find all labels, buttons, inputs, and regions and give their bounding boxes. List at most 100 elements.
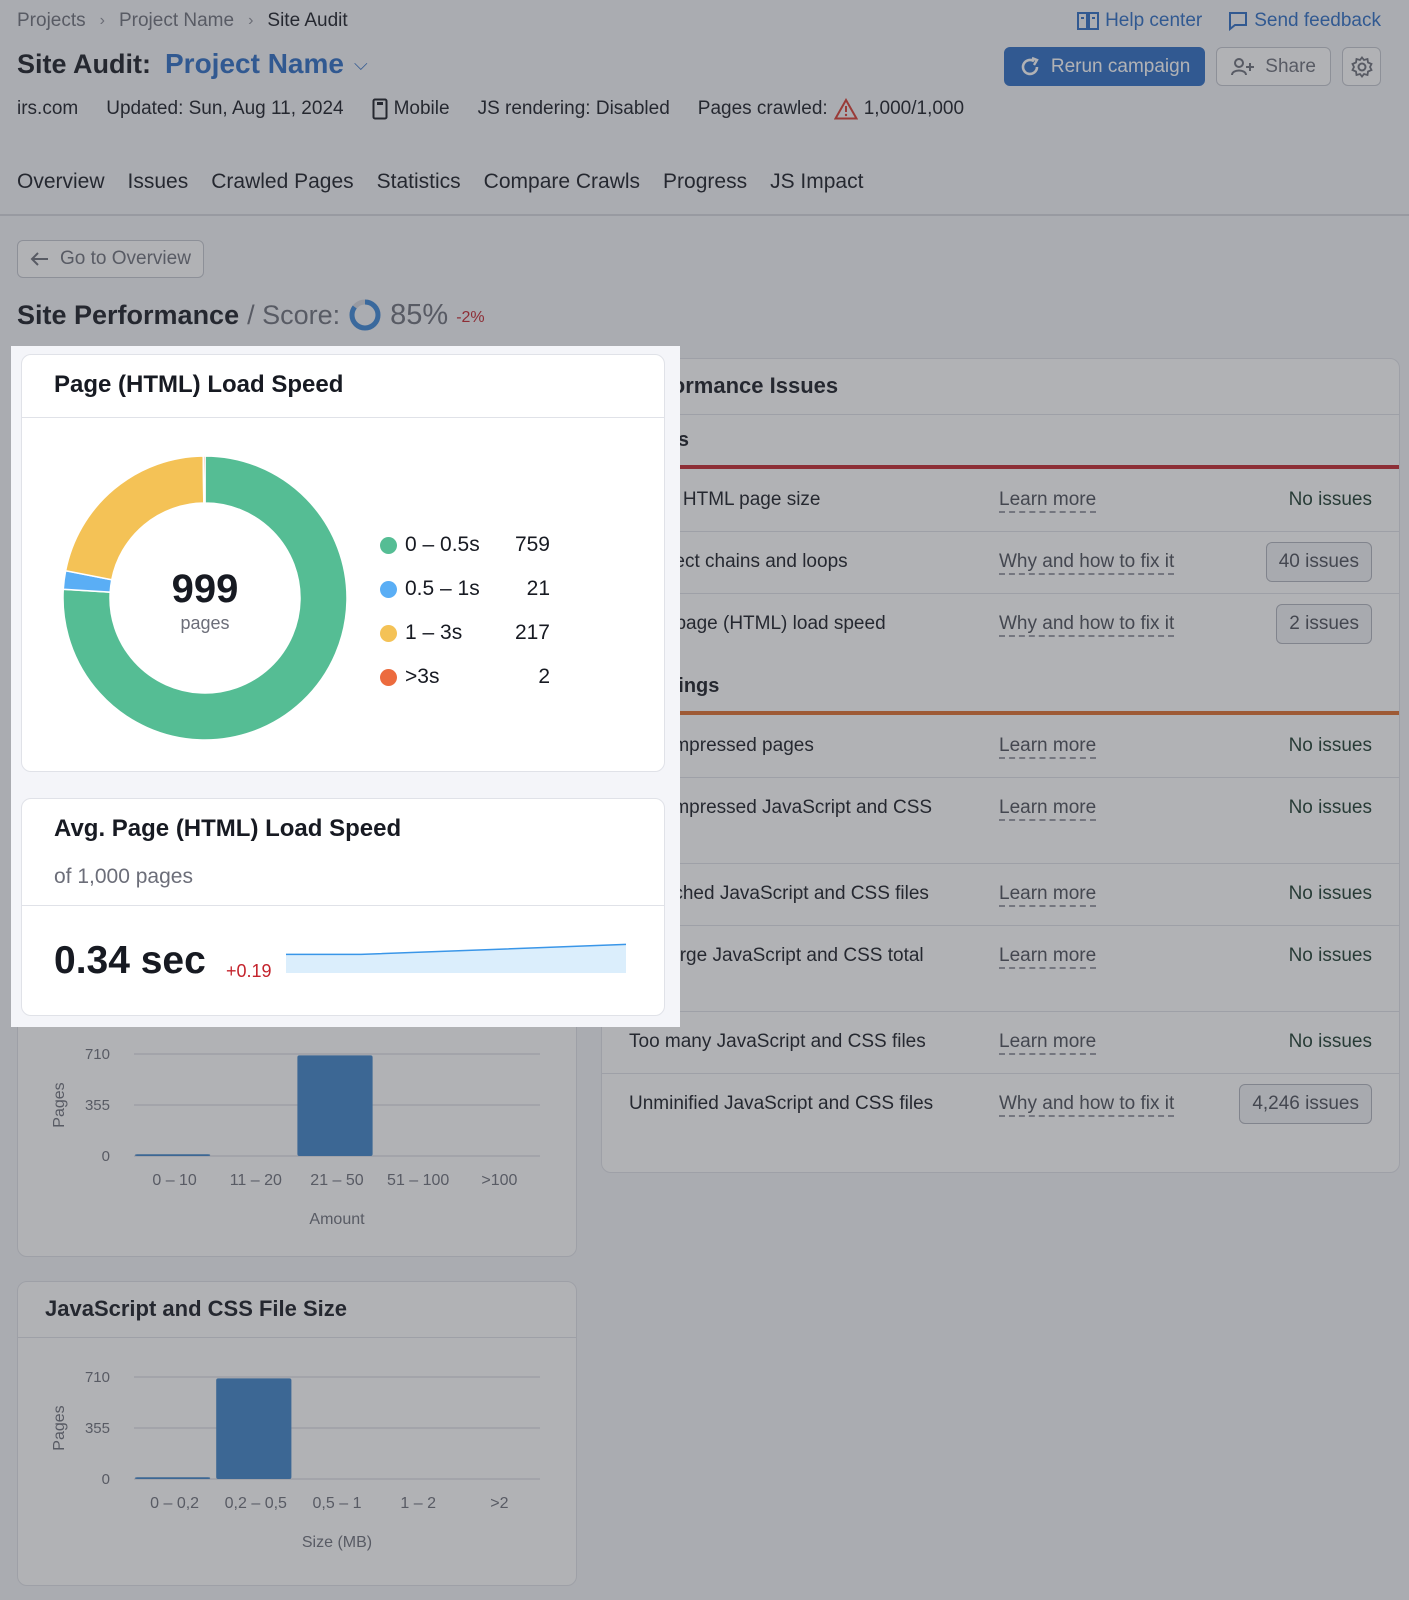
- issue-status: No issues: [1288, 797, 1372, 818]
- y-tick-label: 0: [102, 1471, 110, 1488]
- breadcrumb-projects[interactable]: Projects: [17, 10, 86, 32]
- donut-slice-3[interactable]: [202, 455, 206, 504]
- rerun-campaign-button[interactable]: Rerun campaign: [1003, 47, 1206, 86]
- chat-bubble-icon: [1229, 12, 1248, 31]
- x-tick-label: 51 – 100: [387, 1172, 449, 1189]
- chevron-right-icon: ›: [248, 12, 254, 29]
- issue-status: No issues: [1288, 945, 1372, 966]
- page-title: Site Audit: Project Name ⌵: [17, 48, 368, 80]
- issue-help-link[interactable]: Learn more: [999, 883, 1097, 907]
- issue-status: No issues: [1288, 489, 1372, 510]
- x-tick-label: 1 – 2: [400, 1495, 436, 1512]
- pages-crawled-value: 1,000/1,000: [863, 98, 965, 119]
- issue-help-link[interactable]: Why and how to fix it: [999, 1093, 1175, 1117]
- legend-dot: [380, 668, 397, 686]
- issue-count-badge[interactable]: 4,246 issues: [1239, 1084, 1372, 1124]
- site-performance-title: Site Performance: [17, 299, 240, 330]
- legend-item[interactable]: 1 – 3s 217: [380, 611, 550, 655]
- bar[interactable]: [216, 1378, 292, 1479]
- top-links: Help center Send feedback: [1077, 10, 1381, 32]
- breadcrumb-project-name[interactable]: Project Name: [119, 10, 234, 32]
- bar[interactable]: [135, 1154, 211, 1156]
- issue-row: Redirect chains and loops Why and how to…: [602, 531, 1399, 593]
- issue-count-badge[interactable]: 2 issues: [1276, 604, 1372, 644]
- x-tick-label: 0 – 0,2: [150, 1495, 199, 1512]
- issue-help-link[interactable]: Learn more: [999, 1031, 1097, 1055]
- legend-item[interactable]: >3s 2: [380, 655, 550, 699]
- x-tick-label: 11 – 20: [230, 1172, 282, 1189]
- tab-compare-crawls[interactable]: Compare Crawls: [484, 170, 640, 194]
- tab-statistics[interactable]: Statistics: [377, 170, 461, 194]
- issue-row: Too large JavaScript and CSS total Learn…: [602, 925, 1399, 1011]
- share-button[interactable]: Share: [1216, 47, 1331, 86]
- performance-issues-panel: Performance Issues ErrorsLarge HTML page…: [601, 358, 1400, 1173]
- tab-issues[interactable]: Issues: [128, 170, 189, 194]
- issue-help-link[interactable]: Learn more: [999, 945, 1097, 969]
- avg-load-speed-delta: +0.19: [226, 961, 272, 981]
- refresh-icon: [1021, 56, 1039, 75]
- issue-help-link[interactable]: Learn more: [999, 797, 1097, 821]
- pages-crawled: Pages crawled: 1,000/1,000: [698, 98, 964, 120]
- avg-load-speed-subtitle: of 1,000 pages: [54, 865, 193, 888]
- legend-item[interactable]: 0 – 0.5s 759: [380, 523, 550, 567]
- share-label: Share: [1265, 55, 1316, 77]
- issue-status: No issues: [1288, 1031, 1372, 1052]
- issue-name: Unminified JavaScript and CSS files: [629, 1093, 934, 1114]
- x-tick-label: 0 – 10: [152, 1172, 197, 1189]
- issue-help-link[interactable]: Why and how to fix it: [999, 613, 1175, 637]
- divider: [602, 414, 1399, 415]
- issue-row: Uncached JavaScript and CSS files Learn …: [602, 863, 1399, 925]
- load-speed-card: Page (HTML) Load Speed 999 pages 0 – 0.5…: [21, 354, 665, 772]
- section-title: Site Performance / Score: 85% -2%: [17, 298, 485, 332]
- y-tick-label: 355: [85, 1097, 110, 1114]
- domain: irs.com: [17, 98, 79, 119]
- legend-value: 217: [514, 621, 550, 644]
- donut-center: 999 pages: [55, 569, 355, 634]
- page-title-prefix: Site Audit:: [17, 48, 151, 79]
- legend-dot: [380, 536, 397, 554]
- x-axis-label: Amount: [309, 1211, 365, 1228]
- score-delta: -2%: [456, 309, 485, 326]
- x-axis-label: Size (MB): [302, 1534, 372, 1551]
- legend-dot: [380, 624, 397, 642]
- issue-help-link[interactable]: Why and how to fix it: [999, 551, 1175, 575]
- legend-dot: [380, 580, 397, 598]
- tab-js-impact[interactable]: JS Impact: [770, 170, 863, 194]
- help-center-link[interactable]: Help center: [1077, 10, 1202, 32]
- legend-item[interactable]: 0.5 – 1s 21: [380, 567, 550, 611]
- issue-count-badge[interactable]: 40 issues: [1265, 542, 1372, 582]
- go-to-overview-label: Go to Overview: [60, 248, 191, 269]
- issue-help-link[interactable]: Learn more: [999, 489, 1097, 513]
- y-tick-label: 710: [85, 1046, 110, 1063]
- dim-overlay: [0, 346, 11, 1027]
- device: Mobile: [372, 98, 450, 120]
- pages-crawled-label: Pages crawled:: [697, 98, 828, 119]
- tab-bar: Overview Issues Crawled Pages Statistics…: [17, 170, 863, 194]
- donut-slice-2[interactable]: [64, 455, 205, 581]
- bar[interactable]: [297, 1055, 373, 1156]
- tab-progress[interactable]: Progress: [663, 170, 747, 194]
- legend-label: 0 – 0.5s: [405, 533, 480, 556]
- project-selector[interactable]: Project Name: [165, 48, 344, 80]
- tab-crawled-pages[interactable]: Crawled Pages: [211, 170, 353, 194]
- mobile-icon: [372, 98, 388, 120]
- y-tick-label: 0: [102, 1148, 110, 1165]
- issue-status: No issues: [1288, 883, 1372, 904]
- avg-load-speed-value: 0.34 sec: [54, 939, 206, 982]
- send-feedback-link[interactable]: Send feedback: [1228, 10, 1381, 32]
- go-to-overview-button[interactable]: Go to Overview: [17, 240, 204, 278]
- bar[interactable]: [135, 1477, 211, 1479]
- x-tick-label: >2: [490, 1495, 508, 1512]
- y-tick-label: 355: [85, 1420, 110, 1437]
- chevron-down-icon[interactable]: ⌵: [354, 54, 368, 75]
- js-rendering: JS rendering: Disabled: [477, 98, 670, 119]
- donut-total: 999: [171, 567, 239, 611]
- settings-button[interactable]: [1342, 47, 1381, 86]
- avg-load-speed-title: Avg. Page (HTML) Load Speed: [54, 815, 402, 842]
- gear-icon: [1350, 55, 1373, 78]
- issue-help-link[interactable]: Learn more: [999, 735, 1097, 759]
- rerun-campaign-label: Rerun campaign: [1050, 55, 1191, 77]
- send-feedback-label: Send feedback: [1254, 10, 1381, 31]
- tab-overview[interactable]: Overview: [17, 170, 105, 194]
- page: Projects › Project Name › Site Audit Hel…: [0, 0, 1409, 1600]
